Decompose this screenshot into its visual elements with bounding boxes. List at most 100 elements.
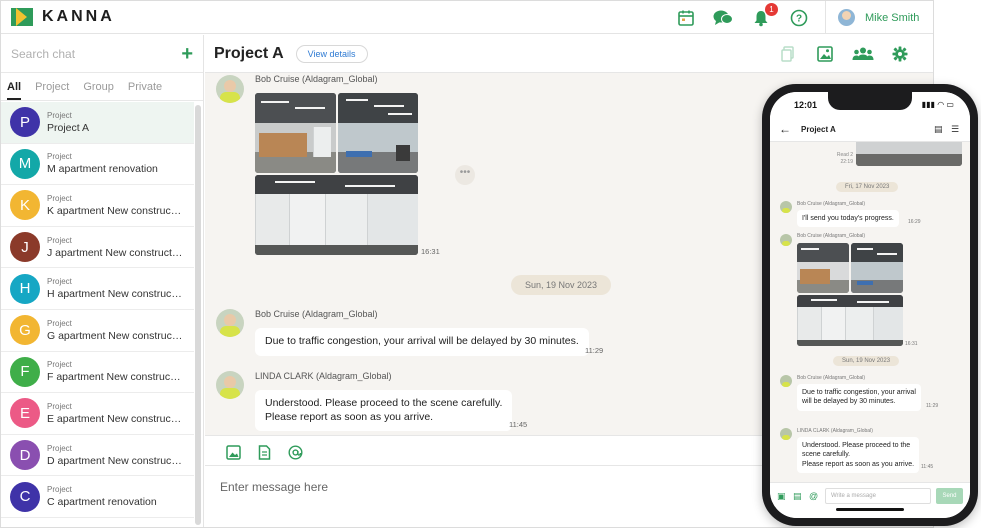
message-time: 11:45 [509, 420, 528, 429]
chat-list-item[interactable]: M Project M apartment renovation [1, 144, 194, 186]
phone-site-photo-3[interactable] [797, 295, 903, 346]
message-input[interactable] [220, 480, 780, 494]
signal-wifi-battery-icon: ▮▮▮ ◠ ▭ [921, 100, 954, 109]
phone-message-sender: LINDA CLARK (Aldagram_Global) [797, 428, 873, 434]
chat-avatar: E [10, 398, 40, 429]
members-icon[interactable] [852, 45, 874, 63]
chat-filter-tabs: All Project Group Private [1, 73, 203, 101]
phone-message-text-line: scene carefully. [802, 451, 851, 459]
chat-list-item[interactable]: H Project H apartment New construction [1, 268, 194, 310]
phone-send-button[interactable]: Send [936, 488, 963, 504]
chat-list-item[interactable]: G Project G apartment New construction [1, 310, 194, 352]
chat-list-item[interactable]: C Project C apartment renovation [1, 476, 194, 518]
tab-all[interactable]: All [7, 81, 22, 100]
message-sender: Bob Cruise (Aldagram_Global) [255, 309, 378, 319]
chat-list-scrollbar[interactable] [195, 105, 201, 525]
chat-avatar: G [10, 315, 40, 346]
phone-sender-avatar[interactable] [780, 201, 792, 213]
kanna-logo-mark-icon [11, 8, 33, 26]
site-photo-3[interactable] [255, 175, 418, 255]
phone-message-sender: Bob Cruise (Aldagram_Global) [797, 233, 866, 239]
svg-text:?: ? [796, 14, 802, 25]
date-separator: Sun, 19 Nov 2023 [511, 275, 612, 295]
chat-sidebar: + All Project Group Private PProjectProj… [1, 35, 204, 527]
chat-meta: Project K apartment New construction [47, 194, 183, 217]
chat-avatar: K [10, 190, 40, 221]
chat-kind-label: Project [47, 193, 72, 203]
phone-mockup: 12:01 ▮▮▮ ◠ ▭ ← Project A ▤ ☰ Read 2 22:… [762, 84, 978, 526]
chat-kind-label: Project [47, 443, 72, 453]
phone-notch [828, 92, 912, 110]
top-bar: KANNA 1 ? Mike Smith [1, 1, 933, 34]
help-icon[interactable]: ? [788, 7, 810, 29]
new-chat-plus-icon[interactable]: + [181, 44, 193, 64]
sender-avatar[interactable] [216, 75, 244, 103]
chat-name: K apartment New construction [47, 204, 183, 217]
site-photo-1[interactable] [255, 93, 336, 173]
chat-meta: Project M apartment renovation [47, 152, 183, 175]
phone-message-bubble[interactable]: Understood. Please proceed to the scene … [797, 437, 920, 474]
gallery-icon[interactable] [816, 45, 834, 63]
tab-private[interactable]: Private [128, 81, 162, 100]
view-details-button[interactable]: View details [295, 44, 368, 63]
kanna-logo[interactable]: KANNA [11, 8, 115, 26]
message-text: Due to traffic congestion, your arrival … [265, 335, 579, 347]
chat-avatar: C [10, 481, 40, 512]
phone-message-bubble[interactable]: I'll send you today's progress. [797, 210, 899, 228]
phone-message-time: 16:29 [908, 219, 921, 225]
chat-name: Project A [47, 121, 90, 134]
phone-sent-photo[interactable] [856, 142, 962, 166]
phone-date-separator: Fri, 17 Nov 2023 [836, 182, 899, 192]
search-row: + [1, 35, 203, 73]
phone-site-photo-2[interactable] [851, 243, 903, 293]
site-photo-2[interactable] [338, 93, 418, 173]
phone-message-text: I'll send you today's progress. [802, 215, 894, 222]
search-chat-input[interactable] [11, 46, 182, 61]
chat-list-item[interactable]: P Project Project A [1, 102, 194, 144]
user-menu[interactable]: Mike Smith [825, 1, 933, 34]
tab-group[interactable]: Group [83, 81, 114, 100]
phone-document-icon[interactable]: ▤ [934, 124, 943, 135]
phone-list-icon[interactable]: ☰ [951, 124, 959, 135]
chat-avatar: H [10, 273, 40, 304]
sender-avatar[interactable] [216, 309, 244, 337]
room-header: Project A View details [205, 35, 933, 73]
read-time: 22:19 [840, 158, 853, 165]
phone-site-photo-1[interactable] [797, 243, 849, 293]
phone-message-time: 11:45 [921, 464, 934, 470]
chat-meta: Project Project A [47, 111, 183, 134]
attach-file-icon[interactable] [256, 444, 272, 460]
phone-message-bubble[interactable]: Due to traffic congestion, your arrival … [797, 384, 921, 411]
chat-list-item[interactable]: J Project J apartment New construction [1, 227, 194, 269]
calendar-icon[interactable] [675, 7, 697, 29]
chat-list-item[interactable]: K Project K apartment New construction [1, 185, 194, 227]
message-bubble[interactable]: Understood. Please proceed to the scene … [255, 390, 513, 432]
phone-mention-icon[interactable]: @ [809, 491, 818, 501]
read-receipt: Read 2 22:19 [826, 152, 853, 165]
chat-list-item[interactable]: D Project D apartment New construction [1, 435, 194, 477]
bell-icon[interactable]: 1 [750, 3, 778, 29]
phone-image-icon[interactable]: ▣ [777, 491, 786, 502]
chat-list-item[interactable]: E Project E apartment New construction [1, 393, 194, 435]
mention-icon[interactable] [287, 444, 303, 460]
chat-avatar: F [10, 356, 40, 387]
files-icon[interactable] [779, 45, 797, 63]
back-arrow-icon[interactable]: ← [779, 122, 791, 136]
message-sender: Bob Cruise (Aldagram_Global) [255, 74, 378, 84]
phone-file-icon[interactable]: ▤ [793, 491, 802, 502]
chat-meta: Project J apartment New construction [47, 236, 183, 259]
phone-sender-avatar[interactable] [780, 234, 792, 246]
chat-bubbles-icon[interactable] [712, 7, 734, 29]
more-options-icon[interactable]: ••• [455, 165, 475, 185]
sender-avatar[interactable] [216, 371, 244, 399]
settings-gear-icon[interactable] [891, 45, 909, 63]
phone-sender-avatar[interactable] [780, 375, 792, 387]
message-text-line: Understood. Please proceed to the scene … [265, 397, 503, 409]
phone-sender-avatar[interactable] [780, 428, 792, 440]
room-title: Project A [214, 44, 284, 62]
message-bubble[interactable]: Due to traffic congestion, your arrival … [255, 328, 589, 356]
phone-message-input[interactable]: Write a message [825, 488, 931, 504]
tab-project[interactable]: Project [35, 81, 69, 100]
attach-image-icon[interactable] [225, 444, 241, 460]
chat-list-item[interactable]: F Project F apartment New construction [1, 352, 194, 394]
